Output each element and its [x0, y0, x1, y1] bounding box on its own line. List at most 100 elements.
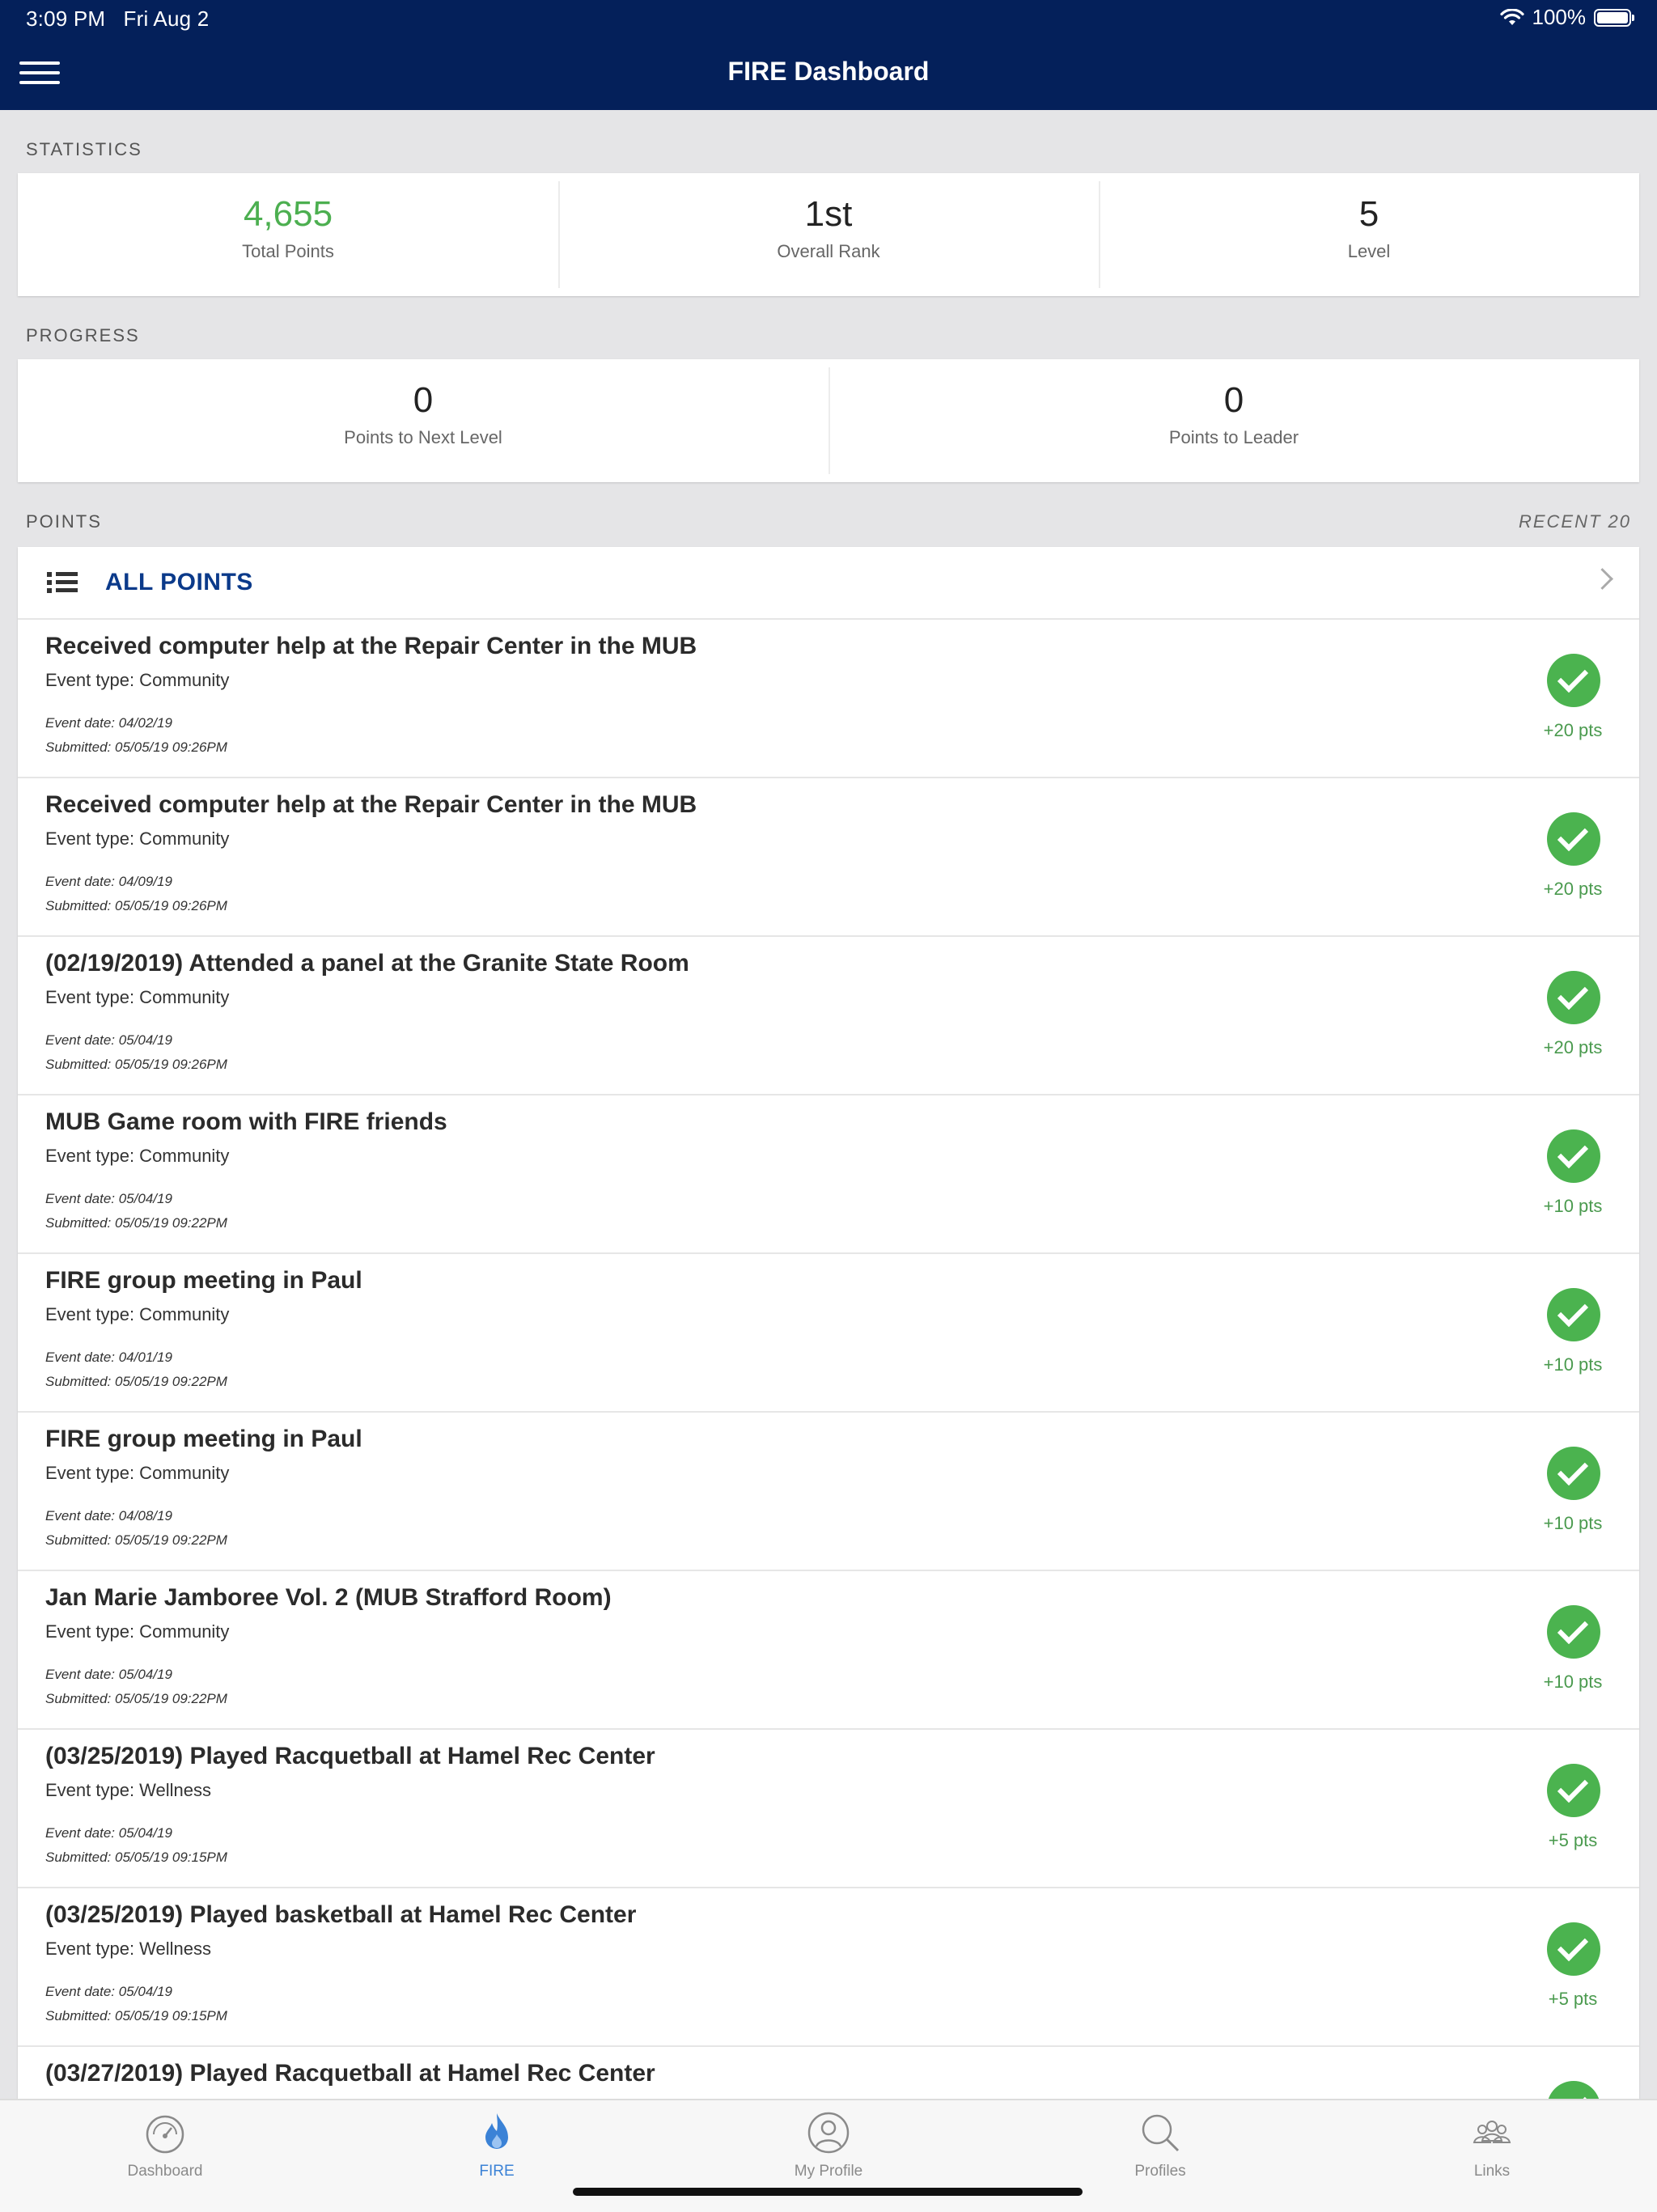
points-entry[interactable]: Received computer help at the Repair Cen…	[18, 778, 1639, 937]
statistics-section-label: STATISTICS	[26, 139, 142, 159]
search-icon	[1142, 2114, 1180, 2152]
progress-value: 0	[413, 380, 434, 420]
all-points-row[interactable]: ALL POINTS	[18, 547, 1639, 620]
points-entry[interactable]: (03/27/2019) Played Racquetball at Hamel…	[18, 2047, 1639, 2099]
points-entry[interactable]: MUB Game room with FIRE friends Event ty…	[18, 1095, 1639, 1254]
progress-label: Points to Leader	[1168, 427, 1299, 447]
points-entry[interactable]: (02/19/2019) Attended a panel at the Gra…	[18, 937, 1639, 1095]
stat-value: 4,655	[243, 194, 333, 234]
flame-icon	[485, 2113, 508, 2149]
top-bar: 3:09 PM Fri Aug 2 100% FIRE Dashboard	[0, 0, 1657, 110]
entry-event-date: Event date: 04/01/19	[45, 1350, 172, 1365]
stat-level: 5 Level	[1099, 173, 1639, 296]
progress-to-leader: 0 Points to Leader	[828, 359, 1639, 482]
entry-submitted: Submitted: 05/05/19 09:26PM	[45, 1057, 227, 1072]
statistics-card: 4,655 Total Points 1st Overall Rank 5 Le…	[18, 173, 1639, 296]
page-title: FIRE Dashboard	[727, 57, 930, 86]
tab-profiles[interactable]: Profiles	[1079, 2100, 1241, 2197]
entry-title: Jan Marie Jamboree Vol. 2 (MUB Strafford…	[45, 1584, 612, 1611]
status-date: Fri Aug 2	[123, 6, 210, 31]
entry-submitted: Submitted: 05/05/19 09:15PM	[45, 1850, 227, 1865]
check-circle-icon	[1547, 971, 1600, 1024]
entry-type: Event type: Community	[45, 828, 230, 849]
check-circle-icon	[1547, 1447, 1600, 1500]
points-entry[interactable]: Jan Marie Jamboree Vol. 2 (MUB Strafford…	[18, 1571, 1639, 1730]
list-icon	[47, 571, 78, 594]
entry-points: +10 pts	[1543, 1672, 1603, 1692]
profile-icon	[807, 2112, 850, 2154]
points-entry[interactable]: (03/25/2019) Played Racquetball at Hamel…	[18, 1730, 1639, 1888]
entry-submitted: Submitted: 05/05/19 09:22PM	[45, 1374, 227, 1389]
status-time: 3:09 PM Fri Aug 2	[26, 6, 209, 32]
check-circle-icon	[1547, 2081, 1600, 2099]
entry-points: +5 pts	[1548, 1830, 1598, 1850]
check-circle-icon	[1547, 1922, 1600, 1976]
entry-title: (02/19/2019) Attended a panel at the Gra…	[45, 950, 689, 977]
entry-event-date: Event date: 05/04/19	[45, 1667, 172, 1682]
entry-event-date: Event date: 04/02/19	[45, 715, 172, 731]
recent-label: RECENT 20	[1518, 511, 1631, 532]
check-circle-icon	[1547, 812, 1600, 866]
dashboard-icon	[146, 2115, 184, 2154]
tab-label: Links	[1473, 2163, 1511, 2180]
check-circle-icon	[1547, 654, 1600, 707]
entry-event-date: Event date: 05/04/19	[45, 1984, 172, 1999]
battery-percent: 100%	[1532, 5, 1587, 29]
entry-points: +10 pts	[1543, 1196, 1603, 1216]
entry-title: Received computer help at the Repair Cen…	[45, 633, 697, 659]
tab-label: Profiles	[1134, 2163, 1186, 2180]
entry-type: Event type: Community	[45, 1146, 230, 1166]
stat-value: 5	[1358, 194, 1379, 234]
battery-icon	[1594, 8, 1634, 27]
tab-dashboard[interactable]: Dashboard	[84, 2100, 246, 2197]
tab-label: My Profile	[794, 2163, 863, 2180]
check-circle-icon	[1547, 1605, 1600, 1659]
points-section-label: POINTS	[26, 511, 102, 532]
entry-type: Event type: Community	[45, 1304, 230, 1324]
entry-title: (03/25/2019) Played basketball at Hamel …	[45, 1901, 637, 1928]
points-entry[interactable]: Received computer help at the Repair Cen…	[18, 620, 1639, 778]
entry-event-date: Event date: 04/09/19	[45, 874, 172, 889]
stat-value: 1st	[804, 194, 853, 234]
entry-points: +20 pts	[1543, 1037, 1603, 1057]
all-points-label: ALL POINTS	[105, 569, 253, 595]
tab-fire[interactable]: FIRE	[416, 2100, 578, 2197]
stat-label: Level	[1347, 241, 1391, 261]
chevron-right-icon	[1591, 568, 1613, 590]
entry-points: +5 pts	[1548, 1989, 1598, 2009]
entry-title: (03/25/2019) Played Racquetball at Hamel…	[45, 1743, 655, 1769]
tab-label: Dashboard	[127, 2163, 203, 2180]
entry-submitted: Submitted: 05/05/19 09:26PM	[45, 739, 227, 755]
entry-type: Event type: Community	[45, 1621, 230, 1642]
stat-label: Total Points	[242, 241, 334, 261]
points-entry[interactable]: (03/25/2019) Played basketball at Hamel …	[18, 1888, 1639, 2047]
progress-next-level: 0 Points to Next Level	[18, 359, 828, 482]
entry-type: Event type: Wellness	[45, 1939, 212, 1959]
check-circle-icon	[1547, 1129, 1600, 1183]
entry-title: Received computer help at the Repair Cen…	[45, 791, 697, 818]
entry-title: FIRE group meeting in Paul	[45, 1267, 362, 1294]
check-circle-icon	[1547, 1764, 1600, 1817]
entry-title: MUB Game room with FIRE friends	[45, 1108, 447, 1135]
tab-my-profile[interactable]: My Profile	[748, 2100, 909, 2197]
entry-title: FIRE group meeting in Paul	[45, 1426, 362, 1452]
entry-points: +20 pts	[1543, 879, 1603, 899]
entry-submitted: Submitted: 05/05/19 09:26PM	[45, 898, 227, 913]
entry-title: (03/27/2019) Played Racquetball at Hamel…	[45, 2060, 655, 2087]
entry-submitted: Submitted: 05/05/19 09:22PM	[45, 1215, 227, 1231]
tab-links[interactable]: Links	[1411, 2100, 1573, 2197]
points-entry[interactable]: FIRE group meeting in Paul Event type: C…	[18, 1413, 1639, 1571]
entry-submitted: Submitted: 05/05/19 09:15PM	[45, 2008, 227, 2023]
check-circle-icon	[1547, 1288, 1600, 1341]
status-indicators: 100%	[1499, 5, 1634, 30]
home-indicator[interactable]	[573, 2188, 1083, 2196]
entry-submitted: Submitted: 05/05/19 09:22PM	[45, 1691, 227, 1706]
progress-section-label: PROGRESS	[26, 325, 140, 345]
progress-card: 0 Points to Next Level 0 Points to Leade…	[18, 359, 1639, 482]
points-entry[interactable]: FIRE group meeting in Paul Event type: C…	[18, 1254, 1639, 1413]
progress-label: Points to Next Level	[344, 427, 502, 447]
entry-points: +20 pts	[1543, 720, 1603, 740]
entry-event-date: Event date: 05/04/19	[45, 1032, 172, 1048]
tab-label: FIRE	[479, 2163, 515, 2180]
points-list[interactable]: ALL POINTS Received computer help at the…	[18, 547, 1639, 2099]
